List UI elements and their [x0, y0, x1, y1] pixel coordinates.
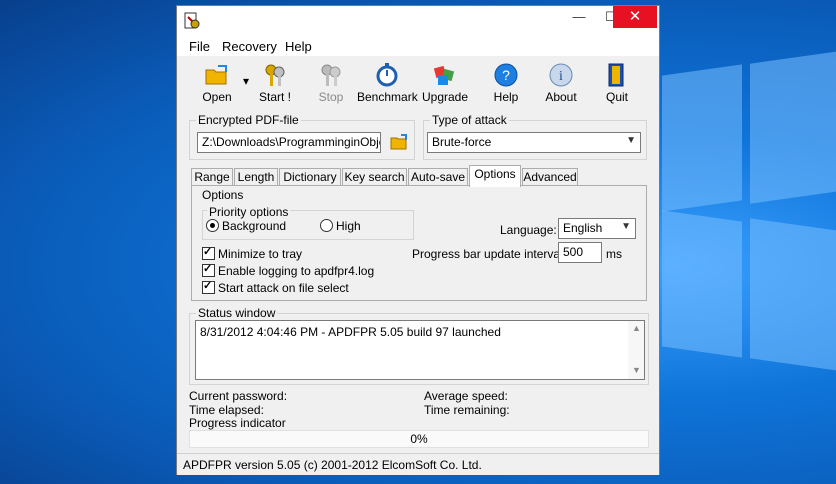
- radio-dot: [320, 219, 333, 232]
- average-speed-label: Average speed:: [424, 389, 508, 403]
- status-label: Status window: [196, 306, 278, 320]
- high-label: High: [336, 219, 361, 233]
- title-bar[interactable]: — ☐ ✕: [177, 6, 659, 36]
- interval-label: Progress bar update interval: [412, 247, 563, 261]
- background-label: Background: [222, 219, 287, 233]
- start-attack-checkbox[interactable]: Start attack on file select: [202, 279, 349, 295]
- progress-indicator-label: Progress indicator: [189, 416, 286, 430]
- tab-dictionary[interactable]: Dictionary: [279, 168, 341, 186]
- status-bar: APDFPR version 5.05 (c) 2001-2012 ElcomS…: [177, 453, 659, 475]
- minimize-button[interactable]: —: [563, 6, 595, 28]
- chevron-down-icon: ▼: [626, 135, 636, 146]
- encrypted-file-label: Encrypted PDF-file: [196, 113, 301, 127]
- language-label: Language:: [500, 223, 557, 237]
- status-log-line: 8/31/2012 4:04:46 PM - APDFPR 5.05 build…: [200, 325, 501, 339]
- tab-options[interactable]: Options: [469, 165, 521, 187]
- quit-label: Quit: [605, 90, 628, 104]
- radio-dot: [206, 219, 219, 232]
- quit-button[interactable]: Quit: [587, 58, 647, 110]
- scroll-up-icon[interactable]: ▲: [632, 323, 641, 333]
- status-log[interactable]: 8/31/2012 4:04:46 PM - APDFPR 5.05 build…: [195, 320, 645, 380]
- help-button[interactable]: ? Help: [476, 58, 536, 110]
- keys-icon: [265, 64, 285, 86]
- app-window: — ☐ ✕ File Recovery Help Open ▾ Start !: [176, 5, 660, 475]
- folder-open-icon: [205, 65, 227, 85]
- time-remaining-label: Time remaining:: [424, 403, 510, 417]
- logging-label: Enable logging to apdfpr4.log: [218, 264, 375, 278]
- tab-range[interactable]: Range: [191, 168, 233, 186]
- checkbox-checked-icon: [202, 245, 215, 260]
- help-label: Help: [493, 90, 519, 104]
- priority-high-radio[interactable]: High: [320, 219, 361, 233]
- attack-type-label: Type of attack: [430, 113, 509, 127]
- interval-input[interactable]: 500: [558, 242, 602, 263]
- start-button[interactable]: Start !: [245, 58, 305, 110]
- progress-text: 0%: [410, 432, 428, 446]
- encrypted-file-input[interactable]: Z:\Downloads\ProgramminginObject: [197, 132, 381, 153]
- app-icon: [184, 12, 200, 29]
- close-button[interactable]: ✕: [613, 6, 657, 28]
- priority-background-radio[interactable]: Background: [206, 219, 286, 233]
- start-label: Start !: [258, 90, 291, 104]
- open-button[interactable]: Open: [187, 58, 247, 110]
- about-button[interactable]: i About: [531, 58, 591, 110]
- minimize-to-tray-checkbox[interactable]: Minimize to tray: [202, 245, 303, 261]
- open-label: Open: [202, 90, 232, 104]
- scroll-down-icon[interactable]: ▼: [632, 365, 641, 375]
- svg-text:i: i: [559, 69, 563, 84]
- progress-bar: 0%: [189, 430, 649, 448]
- attack-type-select[interactable]: Brute-force ▼: [427, 132, 641, 153]
- priority-label: Priority options: [207, 205, 291, 219]
- help-icon: ?: [494, 63, 518, 87]
- browse-file-icon[interactable]: [389, 132, 409, 152]
- current-password-label: Current password:: [189, 389, 288, 403]
- keys-disabled-icon: [321, 64, 341, 86]
- language-select[interactable]: English ▼: [558, 218, 636, 239]
- info-icon: i: [549, 63, 573, 87]
- chevron-down-icon: ▼: [621, 221, 631, 232]
- tab-key-search[interactable]: Key search: [342, 168, 407, 186]
- status-scrollbar[interactable]: ▲ ▼: [628, 321, 644, 379]
- options-group-label: Options: [202, 188, 244, 202]
- tab-advanced[interactable]: Advanced: [522, 168, 578, 186]
- tab-auto-save[interactable]: Auto-save: [408, 168, 468, 186]
- stop-button[interactable]: Stop: [301, 58, 361, 110]
- windows-logo: [662, 48, 836, 386]
- stopwatch-icon: [376, 63, 398, 87]
- stop-label: Stop: [318, 90, 344, 104]
- about-label: About: [545, 90, 577, 104]
- benchmark-label: Benchmark: [357, 90, 418, 104]
- attack-type-value: Brute-force: [432, 135, 492, 149]
- menu-help[interactable]: Help: [285, 39, 312, 54]
- enable-logging-checkbox[interactable]: Enable logging to apdfpr4.log: [202, 262, 375, 278]
- time-elapsed-label: Time elapsed:: [189, 403, 264, 417]
- interval-unit: ms: [606, 247, 622, 261]
- exit-door-icon: [608, 63, 624, 87]
- tab-length[interactable]: Length: [234, 168, 278, 186]
- toolbar: Open ▾ Start ! Stop Benchmark Upgrade ? …: [185, 58, 655, 110]
- menu-file[interactable]: File: [189, 39, 210, 54]
- svg-text:?: ?: [502, 67, 510, 83]
- version-text: APDFPR version 5.05 (c) 2001-2012 ElcomS…: [183, 458, 482, 472]
- menu-recovery[interactable]: Recovery: [222, 39, 277, 54]
- options-panel: Options Priority options Background High…: [191, 185, 647, 301]
- menu-bar: File Recovery Help: [177, 36, 659, 56]
- upgrade-icon: [433, 65, 455, 85]
- start-attack-label: Start attack on file select: [218, 281, 349, 295]
- upgrade-label: Upgrade: [421, 90, 469, 104]
- checkbox-checked-icon: [202, 279, 215, 294]
- minimize-label: Minimize to tray: [218, 247, 303, 261]
- benchmark-button[interactable]: Benchmark: [357, 58, 418, 110]
- upgrade-button[interactable]: Upgrade: [415, 58, 475, 110]
- checkbox-checked-icon: [202, 262, 215, 277]
- language-value: English: [563, 221, 603, 235]
